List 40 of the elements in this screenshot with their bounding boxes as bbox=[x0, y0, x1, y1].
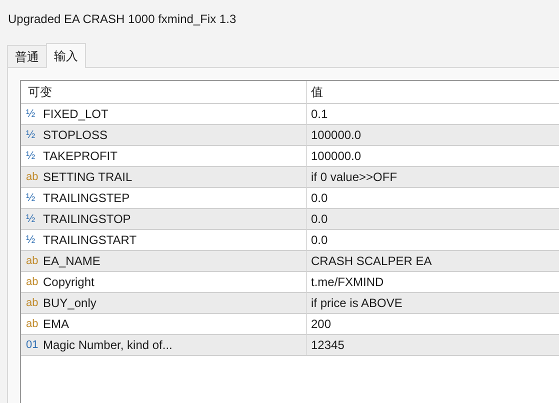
type-icon: ab bbox=[26, 294, 38, 312]
parameter-name: SETTING TRAIL bbox=[43, 169, 132, 186]
parameter-value[interactable]: t.me/FXMIND bbox=[311, 273, 384, 291]
type-icon: 01 bbox=[26, 336, 38, 354]
type-icon: ½ bbox=[26, 126, 38, 144]
window-title: Upgraded EA CRASH 1000 fxmind_Fix 1.3 bbox=[8, 10, 236, 28]
type-icon: ab bbox=[26, 274, 38, 290]
parameter-value[interactable]: CRASH SCALPER EA bbox=[311, 252, 432, 270]
parameter-name: TRAILINGSTEP bbox=[43, 190, 130, 207]
parameter-value[interactable]: 0.1 bbox=[311, 105, 328, 123]
tab[interactable]: 普通 bbox=[7, 45, 46, 67]
type-icon: ab bbox=[26, 316, 38, 332]
parameter-name: TRAILINGSTOP bbox=[43, 211, 131, 228]
type-icon: ab bbox=[26, 168, 38, 186]
parameter-name: EA_NAME bbox=[43, 253, 100, 270]
parameter-name: TRAILINGSTART bbox=[43, 232, 137, 249]
parameter-name: Copyright bbox=[43, 274, 94, 291]
type-icon: ½ bbox=[26, 210, 38, 228]
type-icon: ½ bbox=[26, 190, 38, 206]
column-header[interactable]: 可变 bbox=[21, 81, 306, 103]
parameter-value[interactable]: 0.0 bbox=[311, 210, 328, 228]
parameter-value[interactable]: if 0 value>>OFF bbox=[311, 168, 398, 186]
parameter-value[interactable]: 200 bbox=[311, 315, 332, 333]
type-icon: ab bbox=[26, 252, 38, 270]
parameter-value[interactable]: 100000.0 bbox=[311, 126, 362, 144]
tab[interactable]: 输入 bbox=[46, 43, 86, 68]
parameter-name: STOPLOSS bbox=[43, 127, 108, 144]
type-icon: ½ bbox=[26, 232, 38, 248]
parameter-name: Magic Number, kind of... bbox=[43, 337, 172, 354]
parameter-value[interactable]: if price is ABOVE bbox=[311, 294, 402, 312]
parameter-name: FIXED_LOT bbox=[43, 106, 108, 123]
parameter-name: BUY_only bbox=[43, 295, 96, 312]
parameter-value[interactable]: 100000.0 bbox=[311, 147, 362, 165]
parameter-name: TAKEPROFIT bbox=[43, 148, 118, 165]
type-icon: ½ bbox=[26, 106, 38, 122]
parameter-value[interactable]: 0.0 bbox=[311, 231, 328, 249]
type-icon: ½ bbox=[26, 148, 38, 164]
parameter-name: EMA bbox=[43, 316, 70, 333]
parameter-value[interactable]: 12345 bbox=[311, 336, 344, 354]
parameter-value[interactable]: 0.0 bbox=[311, 189, 328, 207]
